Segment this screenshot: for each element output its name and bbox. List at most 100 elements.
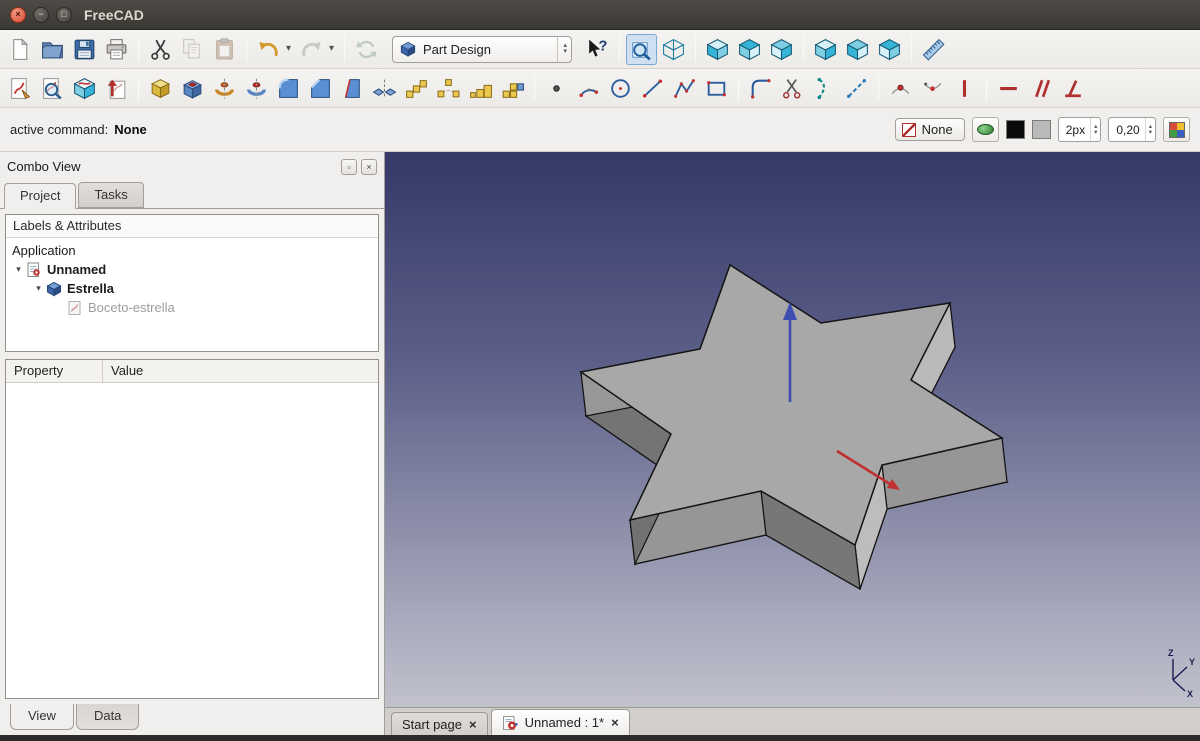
revolution-button[interactable] [209,73,240,104]
new-sketch-button[interactable] [5,73,36,104]
redo-button[interactable] [296,34,327,65]
front-view-button[interactable] [702,34,733,65]
constraint-point-on-object-button[interactable] [917,73,948,104]
paste-button[interactable] [209,34,240,65]
constraint-horizontal-button[interactable] [993,73,1024,104]
fillet-button[interactable] [273,73,304,104]
3d-scene[interactable]: Z Y X [385,152,1200,707]
panel-close-button[interactable]: × [361,158,377,175]
pocket-button[interactable] [177,73,208,104]
top-view-button[interactable] [734,34,765,65]
workbench-cube-icon [399,40,417,58]
viewport-tab-start-page[interactable]: Start page × [391,712,488,735]
save-document-button[interactable] [69,34,100,65]
measure-distance-button[interactable] [918,34,949,65]
spin-down-icon[interactable]: ▾ [563,48,567,55]
new-document-icon [8,37,33,62]
constraint-parallel-button[interactable] [1025,73,1056,104]
property-table-body[interactable] [6,383,378,698]
undo-dropdown-button[interactable]: ▾ [282,34,295,65]
scaled-icon [468,76,493,101]
external-geometry-button[interactable] [809,73,840,104]
polar-pattern-button[interactable] [433,73,464,104]
transparency-button[interactable] [971,117,999,142]
point-size-spinbox[interactable]: 0,20 ▴ ▾ [1108,117,1156,142]
tree-item-body[interactable]: ▾ Estrella [6,279,378,298]
spinner-arrows[interactable]: ▴ ▾ [1144,118,1155,141]
trim-edge-button[interactable] [777,73,808,104]
undo-button[interactable] [253,34,284,65]
fit-all-button[interactable] [626,33,657,65]
tab-tasks[interactable]: Tasks [78,182,144,208]
tab-view[interactable]: View [10,704,74,730]
window-minimize-button[interactable]: − [33,6,49,23]
constraint-perpendicular-button[interactable] [1057,73,1088,104]
spin-down-icon[interactable]: ▾ [1094,129,1097,136]
groove-icon [244,76,269,101]
expander-icon[interactable]: ▾ [12,264,25,275]
scaled-button[interactable] [465,73,496,104]
tab-close-icon[interactable]: × [611,716,619,729]
expander-icon[interactable]: ▾ [32,283,45,294]
create-arc-icon [576,76,601,101]
right-view-button[interactable] [766,34,797,65]
constraint-coincident-button[interactable] [885,73,916,104]
create-arc-button[interactable] [573,73,604,104]
workbench-selector[interactable]: Part Design ▴ ▾ [392,35,572,63]
tree-item-sketch[interactable]: Boceto-estrella [6,298,378,317]
panel-float-button[interactable]: ▫ [341,158,357,175]
workbench-spinner[interactable]: ▴ ▾ [557,36,567,62]
create-polyline-button[interactable] [669,73,700,104]
left-view-button[interactable] [874,34,905,65]
trim-edge-icon [780,76,805,101]
draft-button[interactable] [337,73,368,104]
multitransform-button[interactable] [497,73,528,104]
column-header-value[interactable]: Value [103,360,151,382]
chamfer-button[interactable] [305,73,336,104]
spinner-arrows[interactable]: ▴ ▾ [1090,118,1100,141]
new-document-button[interactable] [5,34,36,65]
window-maximize-button[interactable]: □ [56,6,72,23]
pad-icon [148,76,173,101]
create-circle-button[interactable] [605,73,636,104]
leave-sketch-button[interactable] [101,73,132,104]
whats-this-button[interactable] [582,34,613,65]
map-sketch-to-face-button[interactable] [69,73,100,104]
window-maximize-icon: □ [61,9,67,19]
draw-style-button[interactable]: None [894,118,965,141]
appearance-button[interactable] [1163,117,1190,142]
create-rectangle-button[interactable] [701,73,732,104]
create-point-button[interactable] [541,73,572,104]
line-width-spinbox[interactable]: 2px ▴ ▾ [1057,117,1102,142]
create-point-icon [544,76,569,101]
create-line-button[interactable] [637,73,668,104]
window-close-button[interactable]: × [10,6,26,23]
tree-item-application[interactable]: Application [6,241,378,260]
tab-data[interactable]: Data [75,704,140,730]
open-document-button[interactable] [37,34,68,65]
column-header-property[interactable]: Property [6,360,103,382]
sketch-fillet-button[interactable] [745,73,776,104]
construction-mode-button[interactable] [841,73,872,104]
face-color-swatch[interactable] [1031,120,1051,139]
linear-pattern-button[interactable] [401,73,432,104]
mirrored-button[interactable] [369,73,400,104]
rear-view-button[interactable] [810,34,841,65]
copy-button[interactable] [177,34,208,65]
tab-close-icon[interactable]: × [469,718,477,731]
edit-sketch-button[interactable] [37,73,68,104]
groove-button[interactable] [241,73,272,104]
bottom-view-button[interactable] [842,34,873,65]
pad-button[interactable] [145,73,176,104]
tree-item-document[interactable]: ▾ Unnamed [6,260,378,279]
refresh-button[interactable] [351,34,382,65]
print-document-button[interactable] [101,34,132,65]
cut-button[interactable] [145,34,176,65]
toolbar-separator [738,75,739,101]
tab-project[interactable]: Project [4,183,77,209]
viewport-tab-document[interactable]: Unnamed : 1* × [490,709,630,735]
axonometric-view-button[interactable] [658,34,689,65]
spin-down-icon[interactable]: ▾ [1149,129,1152,136]
constraint-vertical-button[interactable] [949,73,980,104]
line-color-swatch[interactable] [1005,120,1025,139]
